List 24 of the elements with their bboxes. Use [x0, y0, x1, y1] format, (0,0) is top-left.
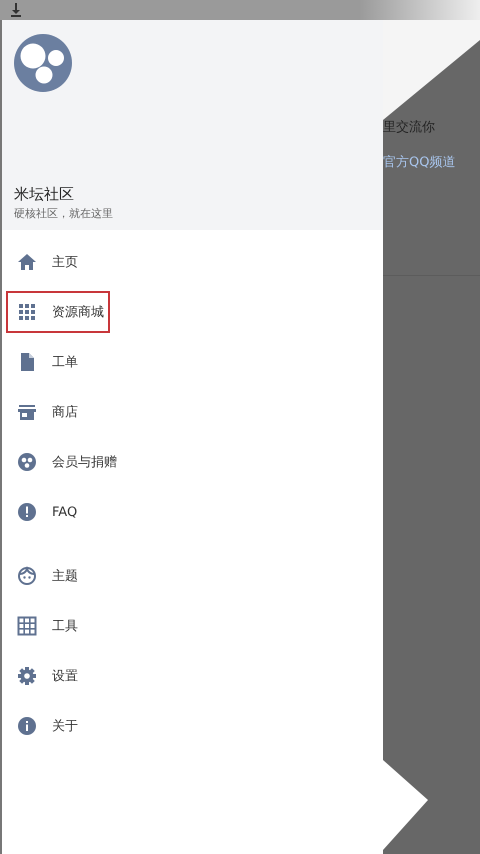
menu-item[interactable]: 会员与捐赠 — [2, 437, 114, 487]
alert-icon — [17, 502, 37, 522]
menu-item[interactable]: 设置 — [2, 651, 114, 701]
background-text: 里交流你 — [383, 119, 436, 136]
community-title: 米坛社区 — [14, 185, 75, 204]
community-subtitle: 硬核社区，就在这里 — [14, 206, 114, 221]
apps-icon — [17, 302, 37, 322]
menu-item[interactable]: 工单 — [2, 337, 114, 387]
settings-icon — [17, 666, 37, 686]
menu-item[interactable]: 商店 — [2, 387, 114, 437]
info-icon — [17, 716, 37, 736]
menu-item[interactable]: 资源商城 — [2, 287, 114, 337]
circles-icon — [17, 452, 37, 472]
home-icon — [17, 252, 37, 272]
menu-item[interactable]: 关于 — [2, 701, 114, 751]
menu-item[interactable]: FAQ — [2, 487, 114, 537]
menu-item[interactable]: 工具 — [2, 601, 114, 651]
store-icon — [17, 402, 37, 422]
download-icon — [10, 3, 22, 17]
logo-icon — [14, 34, 72, 92]
grid-icon — [17, 616, 37, 636]
menu-item[interactable]: 主题 — [2, 551, 114, 601]
menu-item[interactable]: 主页 — [2, 237, 114, 287]
face-icon — [17, 566, 37, 586]
